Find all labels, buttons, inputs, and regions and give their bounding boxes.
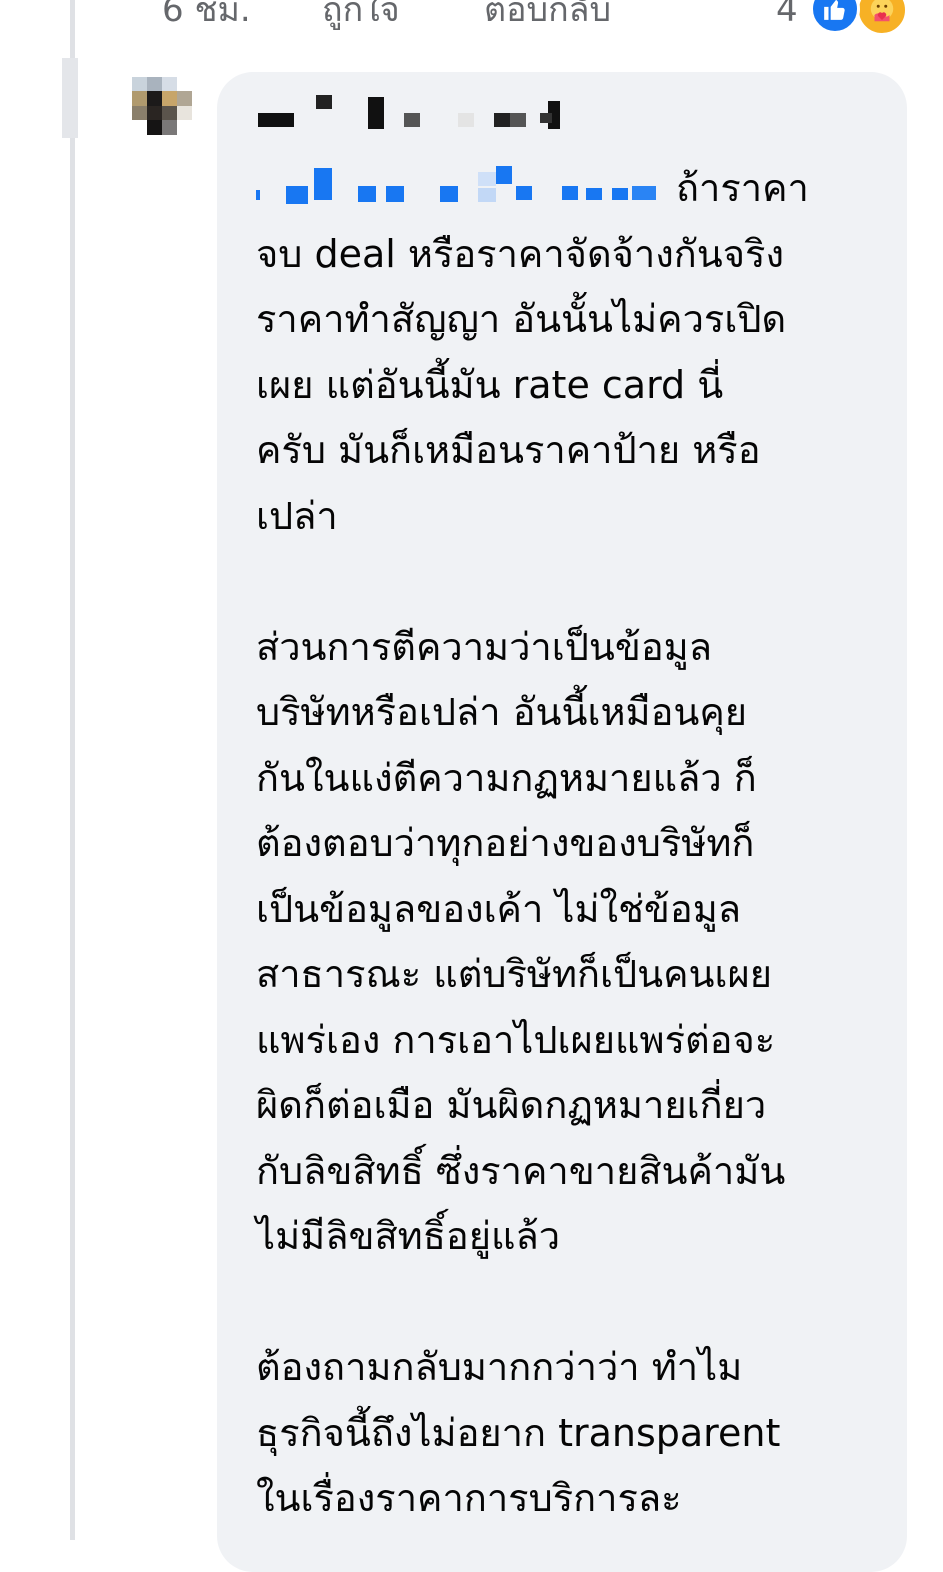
thread-connector bbox=[62, 58, 78, 138]
author-name-redacted[interactable] bbox=[258, 95, 578, 135]
comment-paragraph-3: ต้องถามกลับมากกว่าว่า ทำไม ธุรกิจนี้ถึงไ… bbox=[256, 1345, 781, 1520]
comment-timestamp[interactable]: 6 ชม. bbox=[162, 0, 251, 34]
like-button[interactable]: ถูกใจ bbox=[322, 0, 400, 34]
comment-body: ถ้าราคา จบ deal หรือราคาจัดจ้างกันจริง ร… bbox=[256, 156, 896, 1532]
thumbs-up-glyph bbox=[824, 0, 845, 20]
reply-button[interactable]: ตอบกลับ bbox=[484, 0, 611, 34]
reaction-count[interactable]: 4 bbox=[776, 0, 798, 34]
comment-mention-tail: ถ้าราคา bbox=[676, 166, 809, 210]
comment-paragraph-2: ส่วนการตีความว่าเป็นข้อมูล บริษัทหรือเปล… bbox=[256, 624, 786, 1259]
avatar[interactable] bbox=[132, 77, 207, 149]
previous-comment-actions: 6 ชม. ถูกใจ ตอบกลับ 4 bbox=[0, 0, 943, 34]
care-face-glyph bbox=[870, 0, 894, 22]
thread-line bbox=[70, 0, 75, 1540]
comment-paragraph-1: จบ deal หรือราคาจัดจ้างกันจริง ราคาทำสัญ… bbox=[256, 231, 787, 538]
